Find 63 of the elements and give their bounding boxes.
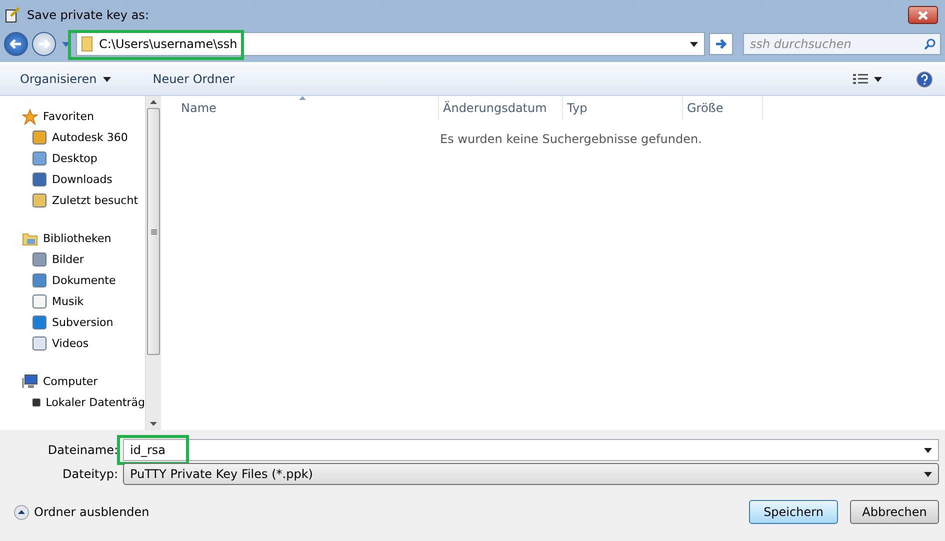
dialog-button[interactable]: Speichern [749, 500, 838, 524]
sidebar-group[interactable]: Bibliotheken [0, 228, 145, 249]
organize-button[interactable]: Organisieren [12, 68, 119, 90]
help-icon[interactable] [916, 70, 933, 88]
item-icon [32, 273, 47, 288]
folder-icon [22, 232, 38, 246]
close-icon [918, 10, 928, 20]
search-icon [924, 38, 936, 50]
caret-icon [62, 42, 70, 46]
filename-label: Dateiname: [46, 443, 119, 457]
sidebar-item[interactable]: Desktop [0, 148, 145, 169]
item-icon [32, 151, 47, 166]
hide-folders-button[interactable]: Ordner ausblenden [14, 504, 150, 520]
sidebar-item[interactable]: Zuletzt besucht [0, 190, 145, 211]
item-icon [32, 294, 47, 309]
scrollbar[interactable] [145, 96, 161, 430]
empty-message: Es wurden keine Suchergebnisse gefunden. [440, 132, 703, 146]
sidebar-item[interactable]: Dokumente [0, 270, 145, 291]
dialog-button[interactable]: Abbrechen [850, 500, 939, 524]
right-arrow-icon [715, 39, 727, 49]
sidebar-group[interactable]: Favoriten [0, 106, 145, 127]
sidebar-item[interactable]: Musik [0, 291, 145, 312]
left-arrow-icon [10, 39, 22, 49]
sidebar-item[interactable]: Lokaler Datenträg [0, 392, 145, 413]
sidebar-item[interactable]: Bilder [0, 249, 145, 270]
caret-icon [924, 472, 932, 476]
monitor-icon [22, 374, 38, 389]
search-field[interactable]: ssh durchsuchen [743, 33, 941, 55]
scroll-down-icon [150, 422, 157, 426]
column-header[interactable]: Änderungsdatum [439, 96, 563, 120]
scroll-up-icon [150, 100, 157, 104]
sidebar-item[interactable]: Subversion [0, 312, 145, 333]
list-view-icon [853, 73, 868, 85]
new-folder-button[interactable]: Neuer Ordner [144, 68, 243, 90]
item-icon [32, 315, 47, 330]
right-arrow-icon [38, 39, 50, 49]
item-icon [32, 336, 47, 351]
go-button[interactable] [709, 33, 733, 55]
caret-icon [874, 76, 882, 82]
column-header[interactable]: Typ [563, 96, 683, 120]
forward-button[interactable] [32, 32, 56, 56]
filetype-dropdown[interactable]: PuTTY Private Key Files (*.ppk) [123, 463, 939, 485]
sidebar-item[interactable]: Autodesk 360 [0, 127, 145, 148]
filetype-label: Dateityp: [62, 467, 119, 481]
sidebar-item[interactable]: Downloads [0, 169, 145, 190]
item-icon [32, 252, 47, 267]
caret-icon [690, 42, 698, 46]
folder-icon [81, 36, 93, 52]
item-icon [32, 193, 47, 208]
star-icon [22, 108, 38, 124]
column-header[interactable]: Name [177, 96, 439, 120]
window-title: Save private key as: [27, 8, 150, 22]
close-button[interactable] [908, 6, 938, 24]
item-icon [32, 172, 47, 187]
caret-icon [924, 448, 932, 452]
grip-icon [150, 228, 156, 234]
scrollbar-thumb[interactable] [147, 108, 160, 355]
item-icon [32, 130, 47, 145]
column-header[interactable]: Größe [683, 96, 763, 120]
caret-icon [102, 76, 111, 82]
back-button[interactable] [4, 32, 28, 56]
sidebar-group[interactable]: Computer [0, 371, 145, 392]
sidebar-item[interactable]: Videos [0, 333, 145, 354]
